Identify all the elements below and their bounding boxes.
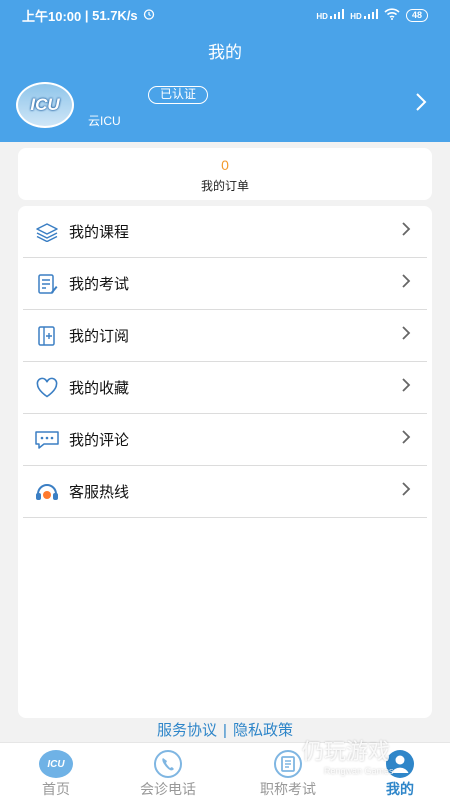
menu-item-subscriptions[interactable]: 我的订阅	[23, 310, 427, 362]
menu-label: 我的课程	[69, 224, 130, 241]
username: 云ICU	[88, 114, 121, 128]
menu-item-courses[interactable]: 我的课程	[23, 206, 427, 258]
menu-label: 客服热线	[69, 484, 130, 501]
alarm-icon	[143, 8, 155, 23]
link-separator: |	[223, 722, 227, 739]
chevron-right-icon	[401, 325, 411, 346]
phone-icon	[149, 749, 187, 779]
status-bar: 上午10:00 | 51.7K/s HD HD 48	[0, 0, 450, 30]
chevron-right-icon[interactable]	[414, 92, 428, 117]
watermark: 仍玩游戏 Rengwan Games	[302, 739, 394, 776]
menu-item-favorites[interactable]: 我的收藏	[23, 362, 427, 414]
tab-consult-phone[interactable]: 会诊电话	[112, 743, 224, 800]
signal-icon: HD	[316, 9, 345, 21]
heart-icon	[23, 377, 67, 399]
my-orders-card[interactable]: 0 我的订单	[18, 148, 432, 200]
exam-icon	[23, 273, 67, 295]
privacy-policy-link[interactable]: 隐私政策	[233, 722, 293, 739]
tab-label: 会诊电话	[140, 781, 196, 797]
order-count: 0	[221, 157, 229, 173]
tab-label: 我的	[386, 781, 414, 797]
verified-badge: 已认证	[148, 86, 209, 104]
comment-icon	[23, 429, 67, 451]
chevron-right-icon	[401, 377, 411, 398]
chevron-right-icon	[401, 429, 411, 450]
menu-label: 我的收藏	[69, 380, 130, 397]
tab-label: 职称考试	[260, 781, 316, 797]
wifi-icon	[384, 8, 400, 22]
tab-label: 首页	[42, 781, 70, 797]
headset-icon	[23, 481, 67, 503]
chevron-right-icon	[401, 221, 411, 242]
service-agreement-link[interactable]: 服务协议	[157, 722, 217, 739]
network-speed: 51.7K/s	[92, 7, 138, 23]
menu-label: 我的订阅	[69, 328, 130, 345]
avatar[interactable]: ICU	[16, 82, 74, 128]
menu-item-exams[interactable]: 我的考试	[23, 258, 427, 310]
battery-icon: 48	[405, 8, 428, 22]
profile-header: 我的 ICU 已认证 云ICU	[0, 30, 450, 142]
order-label: 我的订单	[200, 179, 249, 193]
menu-item-comments[interactable]: 我的评论	[23, 414, 427, 466]
menu-list: 我的课程 我的考试 我的订阅 我的收藏 我的评论 客服热线	[18, 206, 432, 718]
layers-icon	[23, 222, 67, 242]
chevron-right-icon	[401, 481, 411, 502]
menu-label: 我的评论	[69, 432, 130, 449]
tab-home[interactable]: ICU 首页	[0, 743, 112, 800]
subscribe-icon	[23, 325, 67, 347]
page-title: 我的	[208, 43, 242, 62]
home-logo-icon: ICU	[37, 749, 75, 779]
menu-label: 我的考试	[69, 276, 130, 293]
chevron-right-icon	[401, 273, 411, 294]
status-time: 上午10:00	[22, 8, 82, 24]
signal-icon-2: HD	[350, 9, 378, 21]
menu-item-hotline[interactable]: 客服热线	[23, 466, 427, 518]
